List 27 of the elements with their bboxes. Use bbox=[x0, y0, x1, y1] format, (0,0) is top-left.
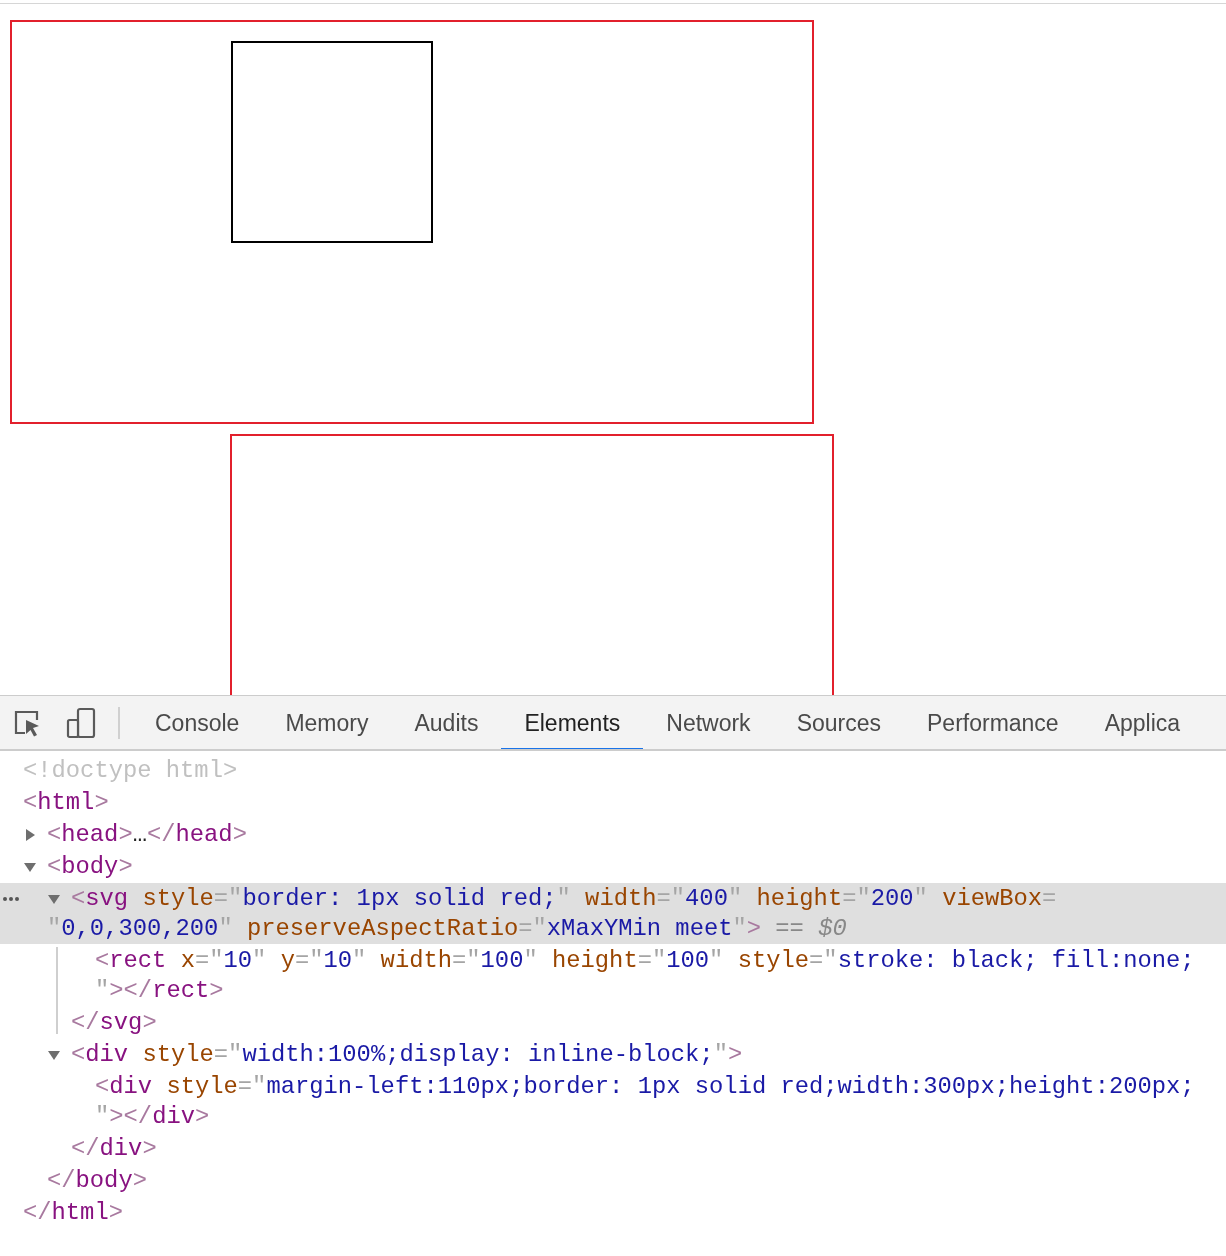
code-line: </svg> bbox=[71, 1010, 157, 1035]
code-line: <rect x="10" y="10" width="100" height="100" style="stroke: black; fill:none; bbox=[95, 948, 1195, 973]
code-line: <div style="margin-left:110px;border: 1px solid red;width:300px;height:200px; bbox=[95, 1074, 1195, 1099]
selected-row[interactable]: <svg style="border: 1px solid red;" width="400" height="200" viewBox= "0,0,300,200" preserveAspectRatio="xMaxYMin meet"> == $0 bbox=[0, 883, 1226, 944]
code-line: "></div> bbox=[95, 1105, 210, 1129]
code-line: <head>…</head> bbox=[47, 822, 247, 847]
panel-tab[interactable]: Audits bbox=[391, 696, 502, 749]
code-line: <div style="width:100%;display: inline-block;"> bbox=[71, 1042, 743, 1067]
code-line: </html> bbox=[23, 1200, 123, 1225]
panel-tab[interactable]: Sources bbox=[773, 696, 904, 749]
panel-tab[interactable]: Elements bbox=[501, 696, 644, 749]
code-line: </div> bbox=[71, 1136, 157, 1161]
panel-tab[interactable]: Console bbox=[132, 696, 263, 749]
disclosure-triangle-icon[interactable] bbox=[23, 827, 37, 842]
code-line: <svg style="border: 1px solid red;" width="400" height="200" viewBox= bbox=[71, 886, 1057, 911]
code-line: "0,0,300,200" preserveAspectRatio="xMaxYMin meet"> == $0 bbox=[47, 917, 847, 941]
device-toggle-icon[interactable] bbox=[66, 706, 96, 739]
more-icon[interactable] bbox=[2, 896, 20, 902]
panel-tab[interactable]: Network bbox=[643, 696, 774, 749]
panel-tab[interactable]: Performance bbox=[904, 696, 1082, 749]
panel-tab[interactable]: Applica bbox=[1081, 696, 1204, 749]
code-line: "></rect> bbox=[95, 979, 224, 1003]
code-line: </body> bbox=[47, 1168, 147, 1193]
code-line: <html> bbox=[23, 790, 109, 815]
code-line: <!doctype html> bbox=[23, 758, 238, 783]
panel-tab[interactable]: Memory bbox=[262, 696, 392, 749]
code-line: <body> bbox=[47, 854, 133, 879]
